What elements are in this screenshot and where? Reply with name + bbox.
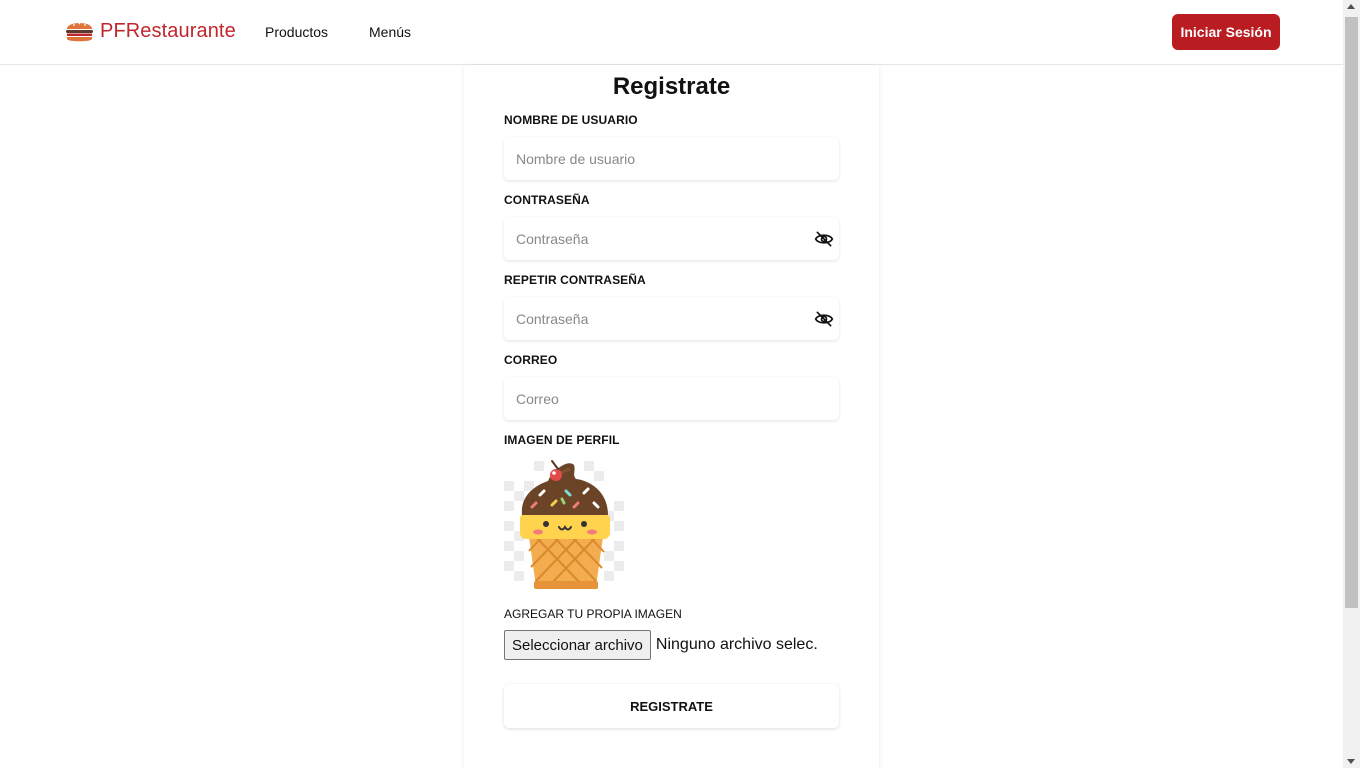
repeat-password-field-wrapper xyxy=(504,297,839,340)
brand-name: PFRestaurante xyxy=(100,19,236,42)
navbar: PFRestaurante Productos Menús Iniciar Se… xyxy=(0,0,1343,65)
upload-image-label: AGREGAR TU PROPIA IMAGEN xyxy=(504,607,682,621)
username-label: NOMBRE DE USUARIO xyxy=(504,113,638,127)
email-input[interactable] xyxy=(504,377,839,420)
burger-icon xyxy=(66,22,93,42)
register-card: Registrate NOMBRE DE USUARIO CONTRASEÑA … xyxy=(464,65,879,768)
page-scrollbar[interactable] xyxy=(1343,0,1360,768)
repeat-password-label: REPETIR CONTRASEÑA xyxy=(504,273,646,287)
scroll-up-icon[interactable] xyxy=(1347,4,1355,9)
password-label: CONTRASEÑA xyxy=(504,193,590,207)
scroll-thumb[interactable] xyxy=(1345,17,1358,608)
login-button[interactable]: Iniciar Sesión xyxy=(1172,14,1280,50)
username-input[interactable] xyxy=(504,137,839,180)
file-input: Seleccionar archivo Ninguno archivo sele… xyxy=(504,630,818,660)
profile-image-label: IMAGEN DE PERFIL xyxy=(504,433,620,447)
repeat-password-input[interactable] xyxy=(504,297,839,340)
username-field-wrapper xyxy=(504,137,839,180)
nav-link-menus[interactable]: Menús xyxy=(369,24,411,40)
password-field-wrapper xyxy=(504,217,839,260)
password-input[interactable] xyxy=(504,217,839,260)
scroll-down-icon[interactable] xyxy=(1347,759,1355,764)
file-status: Ninguno archivo selec. xyxy=(655,636,818,653)
brand-link[interactable]: PFRestaurante xyxy=(65,18,236,44)
nav-link-productos[interactable]: Productos xyxy=(265,24,328,40)
eye-off-icon[interactable] xyxy=(814,309,834,329)
register-button[interactable]: REGISTRATE xyxy=(504,684,839,728)
eye-off-icon[interactable] xyxy=(814,229,834,249)
page-title: Registrate xyxy=(612,73,731,100)
email-label: CORREO xyxy=(504,353,558,367)
ice-cream-cone-icon[interactable] xyxy=(504,455,626,601)
email-field-wrapper xyxy=(504,377,839,420)
choose-file-button[interactable]: Seleccionar archivo xyxy=(504,630,651,660)
